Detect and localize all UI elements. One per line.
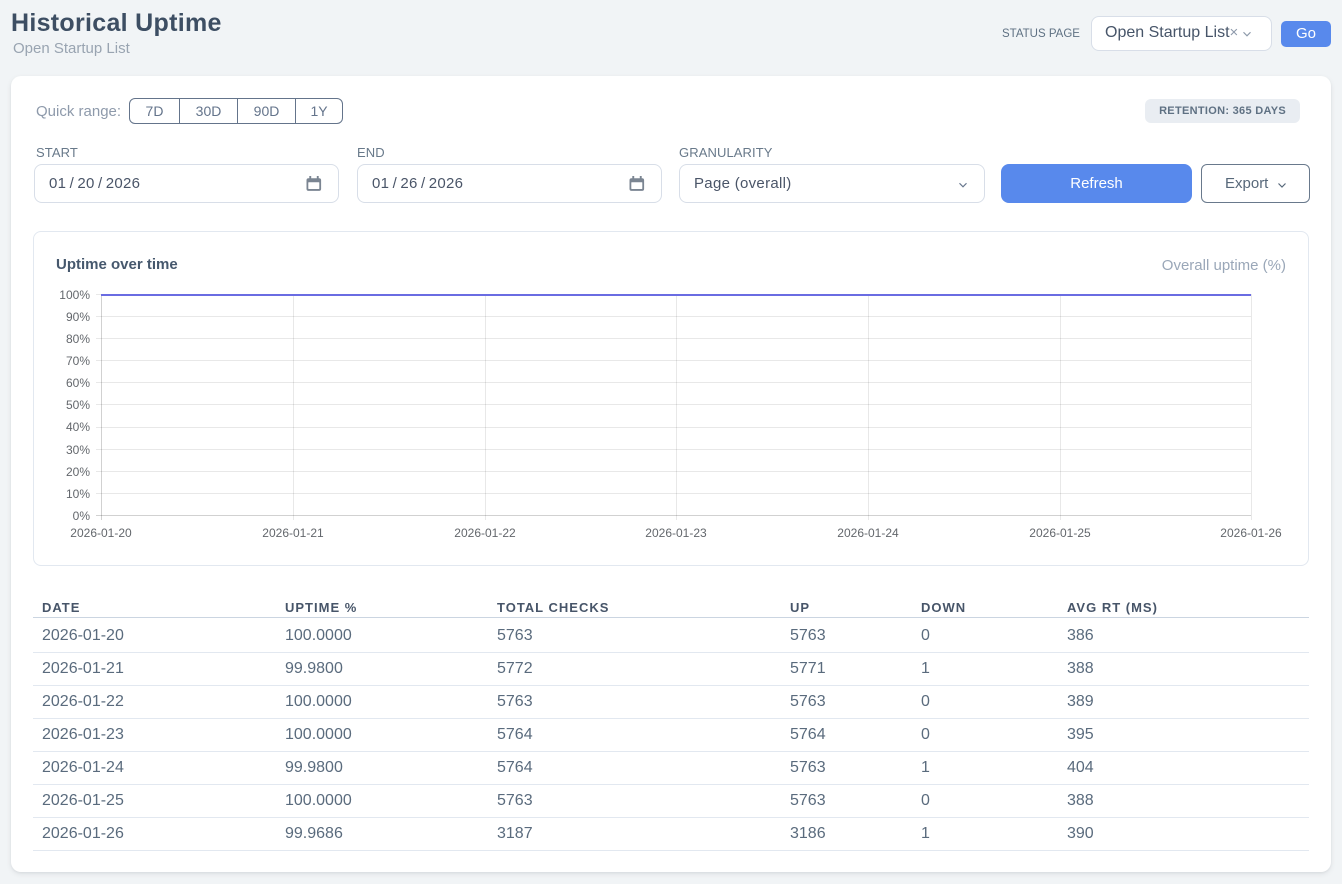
svg-text:2026-01-23: 2026-01-23 <box>645 526 707 540</box>
svg-text:20%: 20% <box>66 465 90 479</box>
svg-text:0%: 0% <box>73 509 91 523</box>
svg-text:2026-01-25: 2026-01-25 <box>1029 526 1091 540</box>
svg-text:100%: 100% <box>59 288 90 302</box>
svg-text:40%: 40% <box>66 420 90 434</box>
svg-text:80%: 80% <box>66 332 90 346</box>
svg-text:30%: 30% <box>66 443 90 457</box>
svg-text:10%: 10% <box>66 487 90 501</box>
svg-text:70%: 70% <box>66 354 90 368</box>
svg-text:2026-01-21: 2026-01-21 <box>262 526 324 540</box>
svg-text:2026-01-24: 2026-01-24 <box>837 526 899 540</box>
svg-text:2026-01-22: 2026-01-22 <box>454 526 516 540</box>
svg-text:2026-01-20: 2026-01-20 <box>70 526 132 540</box>
svg-text:50%: 50% <box>66 398 90 412</box>
svg-text:90%: 90% <box>66 310 90 324</box>
svg-text:2026-01-26: 2026-01-26 <box>1220 526 1282 540</box>
svg-text:60%: 60% <box>66 376 90 390</box>
